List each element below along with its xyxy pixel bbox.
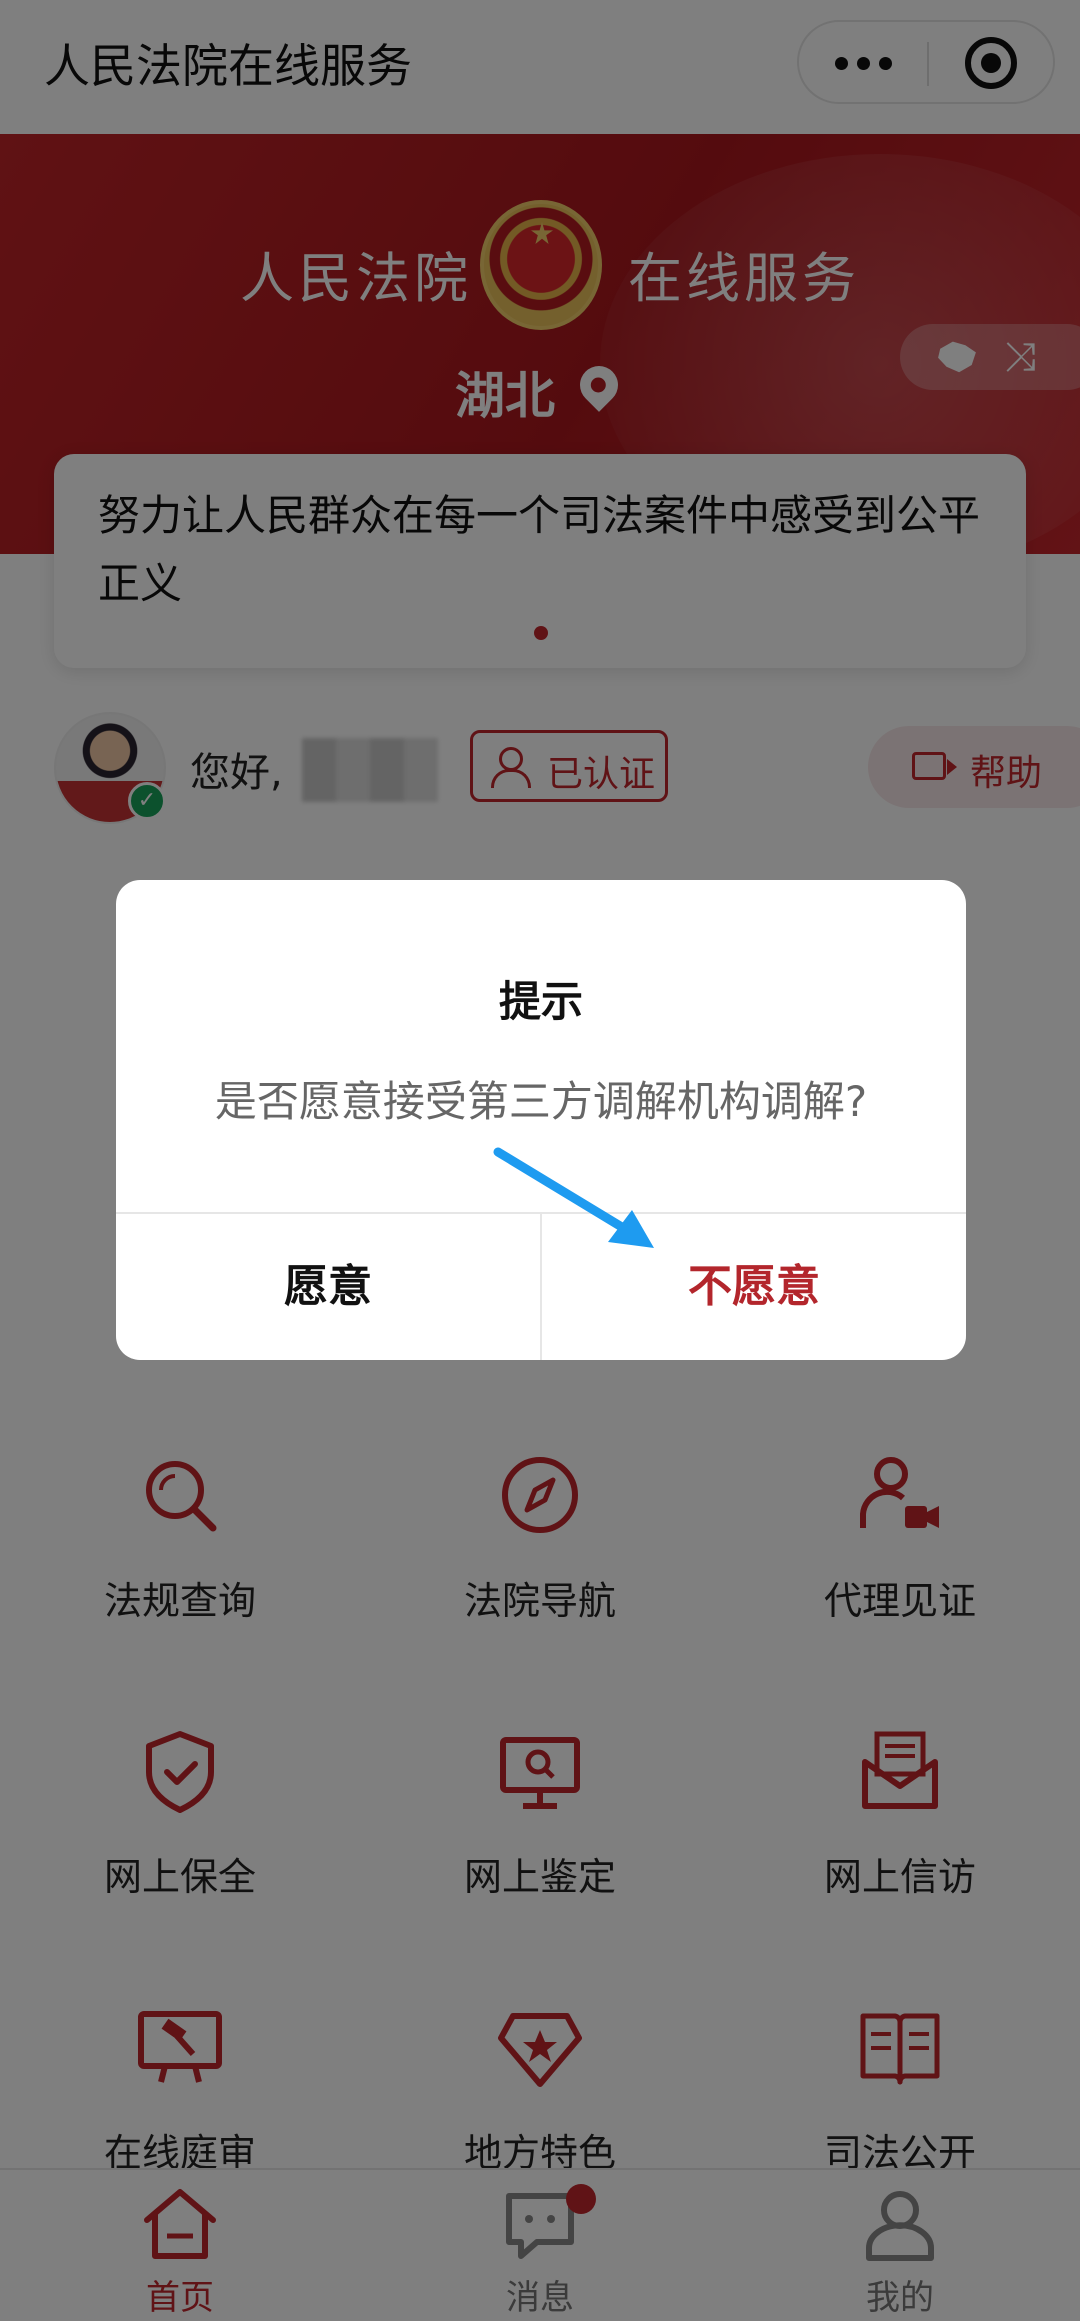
accept-button[interactable]: 愿意	[116, 1214, 540, 1360]
annotation-arrow-icon	[493, 1147, 654, 1248]
dialog-title: 提示	[498, 977, 583, 1026]
dialog-message: 是否愿意接受第三方调解机构调解?	[214, 1077, 868, 1126]
prompt-dialog: 提示 是否愿意接受第三方调解机构调解? 愿意 不愿意	[116, 880, 966, 1360]
